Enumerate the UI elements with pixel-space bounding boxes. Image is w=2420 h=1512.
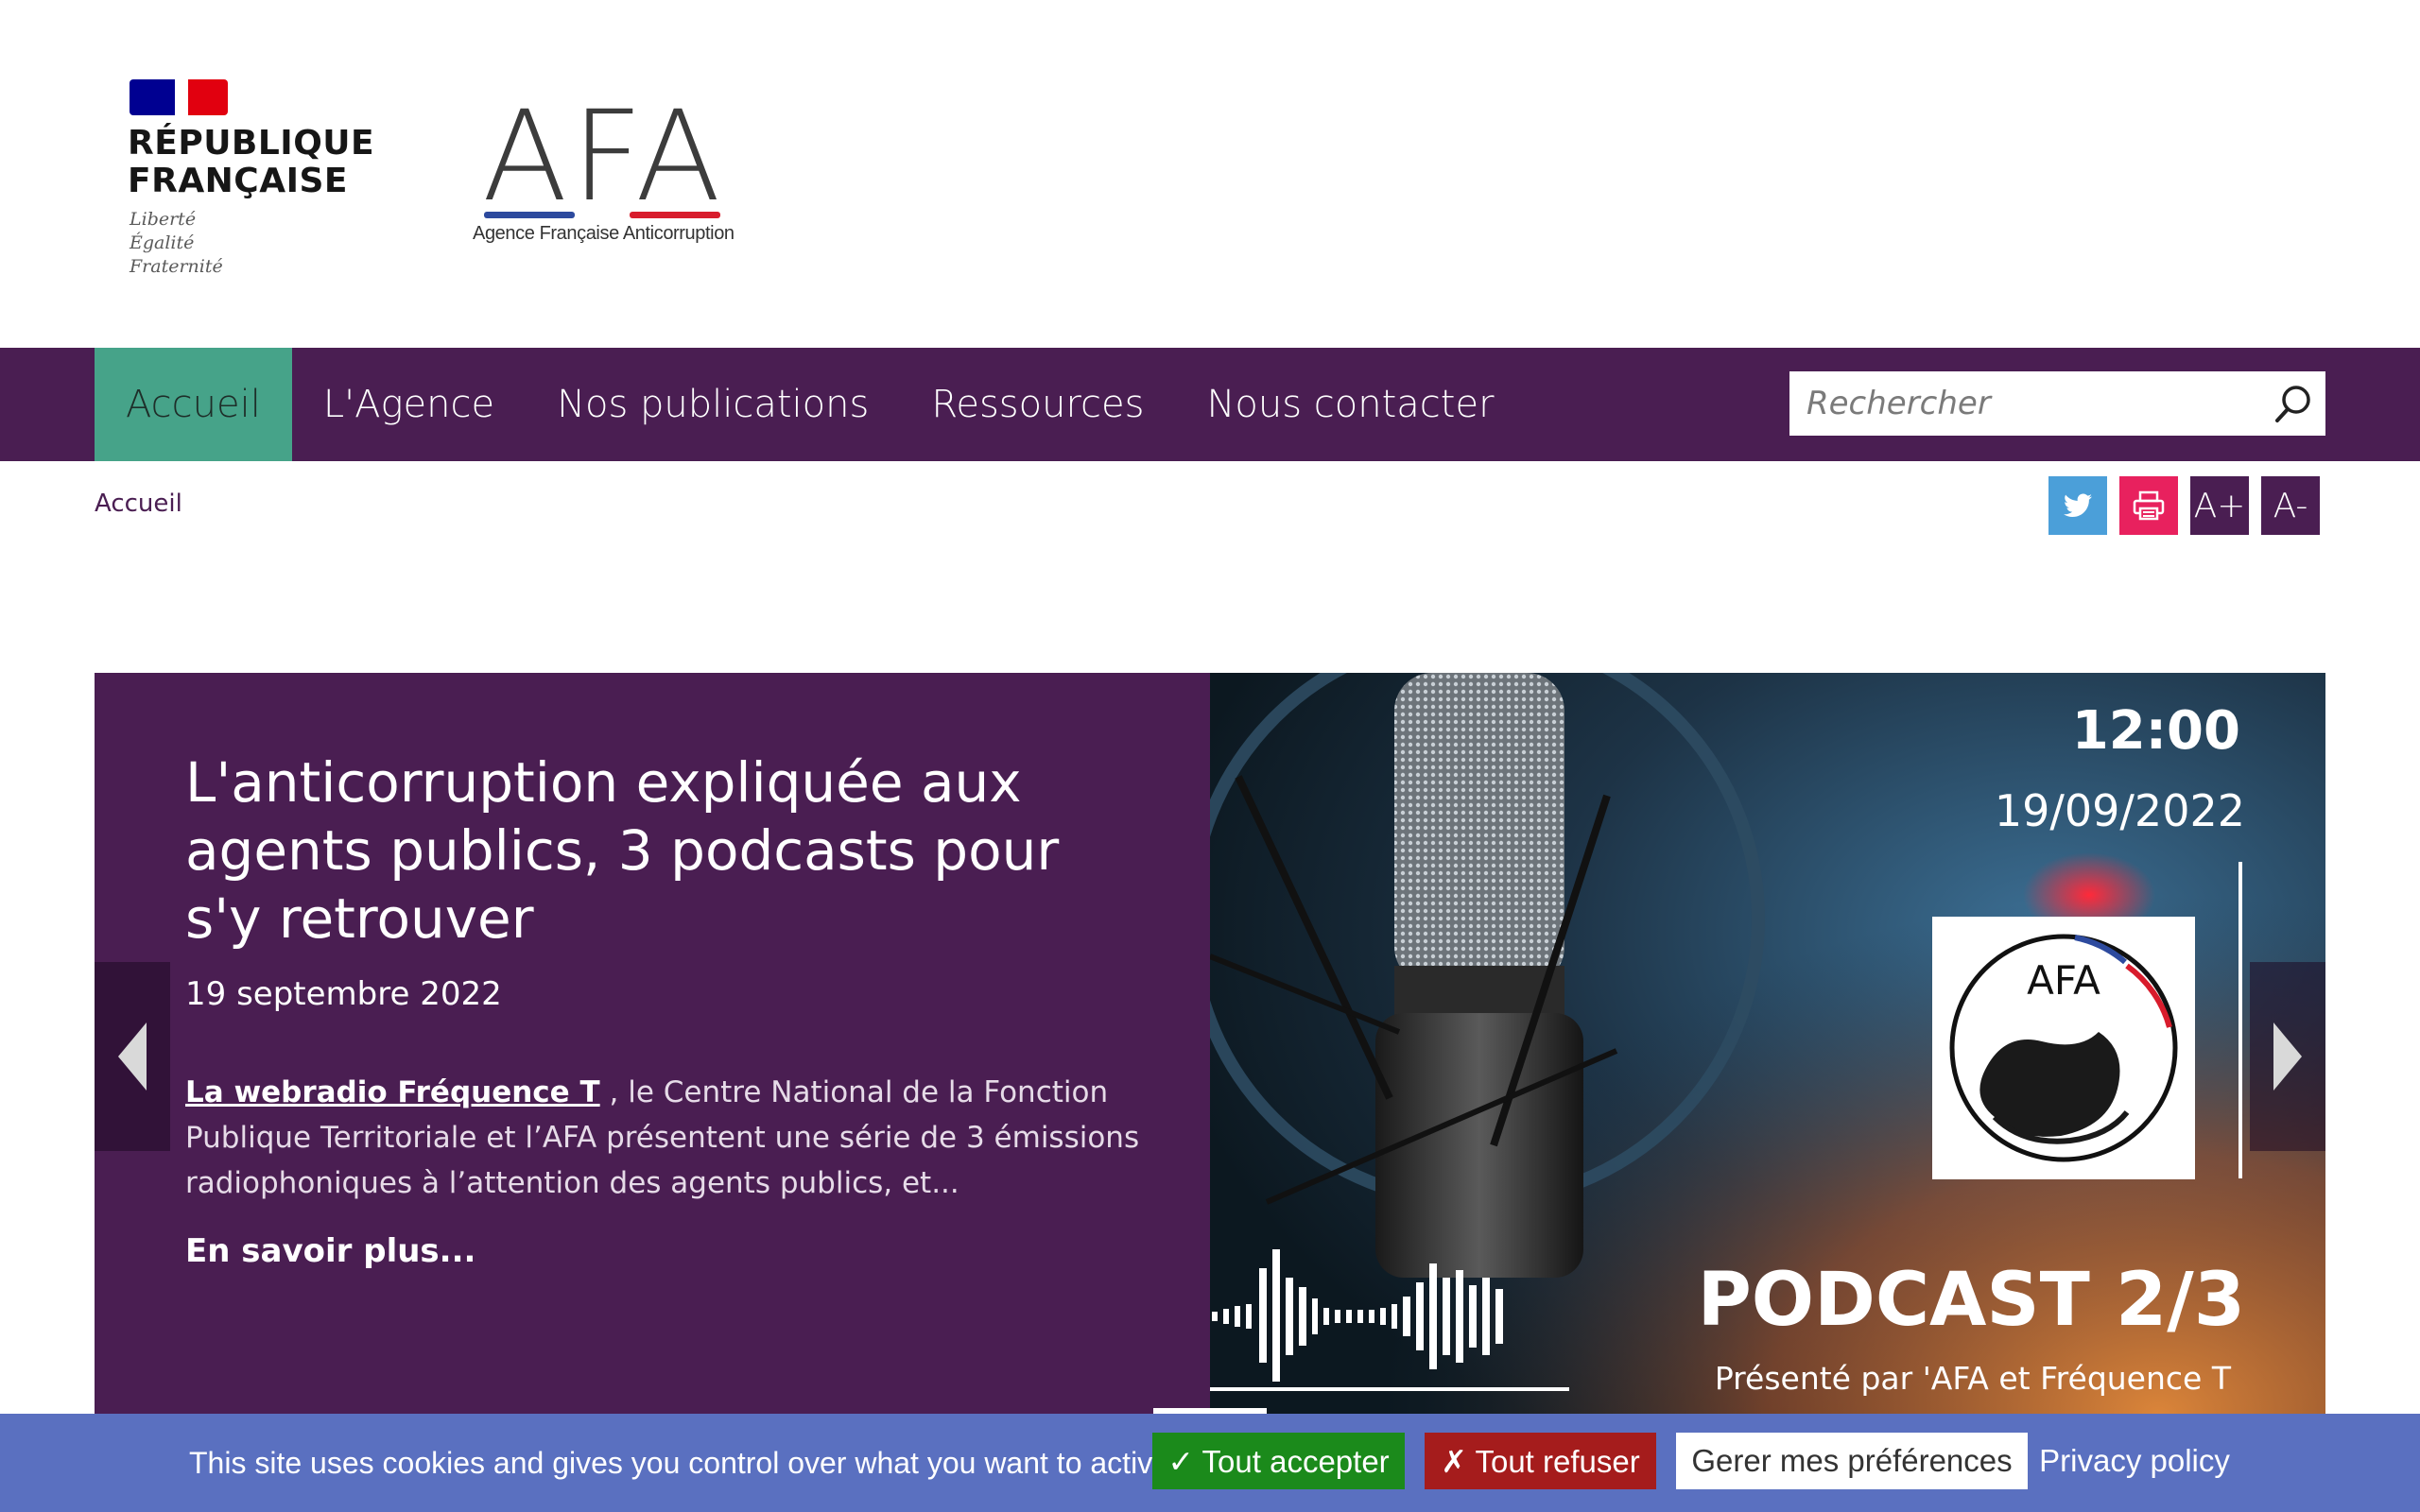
manage-preferences-button[interactable]: Gerer mes préférences [1676, 1433, 2028, 1489]
slide-title[interactable]: L'anticorruption expliquée aux agents pu… [185, 748, 1131, 953]
slide-date: 19 septembre 2022 [185, 975, 502, 1013]
read-more-link[interactable]: En savoir plus... [185, 1232, 475, 1270]
gov-motto: Liberté Égalité Fraternité [130, 209, 223, 277]
afa-logo-name: Agence Française Anticorruption [473, 223, 735, 244]
nav-items: Accueil L'Agence Nos publications Ressou… [95, 348, 1526, 461]
podcast-presenter: Présenté par 'AFA et Fréquence T [1715, 1360, 2232, 1397]
afa-logo-blue-bar [484, 212, 575, 218]
search-button[interactable] [2271, 381, 2316, 426]
slide-text-panel: L'anticorruption expliquée aux agents pu… [95, 673, 1210, 1414]
font-decrease-button[interactable]: A- [2261, 476, 2320, 535]
afa-logo[interactable]: AFA Agence Française Anticorruption [471, 84, 735, 249]
refuse-all-button[interactable]: ✗ Tout refuser [1425, 1433, 1656, 1489]
republique-francaise-logo[interactable]: RÉPUBLIQUE FRANÇAISE Liberté Égalité Fra… [128, 79, 383, 287]
search-box [1789, 371, 2325, 436]
marianne-flag-icon [130, 79, 228, 115]
afa-logo-acronym: AFA [482, 84, 725, 230]
privacy-policy-link[interactable]: Privacy policy [2039, 1433, 2230, 1489]
chevron-right-icon [2273, 1022, 2302, 1091]
podcast-image[interactable]: 12:00 19/09/2022 AFA PODCAST 2/3 Présent… [1210, 673, 2325, 1414]
afa-logo-red-bar [630, 212, 720, 218]
podcast-time: 12:00 [2072, 700, 2240, 762]
nav-item-publications[interactable]: Nos publications [526, 348, 900, 461]
accept-all-button[interactable]: ✓ Tout accepter [1152, 1433, 1405, 1489]
font-increase-button[interactable]: A+ [2190, 476, 2249, 535]
slide-description: La webradio Fréquence T , le Centre Nati… [185, 1070, 1140, 1206]
nav-item-ressources[interactable]: Ressources [900, 348, 1175, 461]
breadcrumb[interactable]: Accueil [95, 490, 182, 518]
carousel-prev-button[interactable] [95, 962, 170, 1151]
nav-item-agence[interactable]: L'Agence [292, 348, 526, 461]
podcast-date: 19/09/2022 [1995, 785, 2245, 836]
printer-icon [2133, 490, 2165, 521]
nav-item-contact[interactable]: Nous contacter [1175, 348, 1525, 461]
twitter-icon [2064, 493, 2092, 517]
site-header: RÉPUBLIQUE FRANÇAISE Liberté Égalité Fra… [0, 0, 2420, 348]
main-nav: Accueil L'Agence Nos publications Ressou… [0, 348, 2420, 461]
slide-desc-link[interactable]: La webradio Fréquence T [185, 1075, 600, 1109]
podcast-label: PODCAST 2/3 [1698, 1258, 2245, 1343]
twitter-share-button[interactable] [2048, 476, 2107, 535]
news-carousel: L'anticorruption expliquée aux agents pu… [95, 673, 2325, 1414]
gov-name: RÉPUBLIQUE FRANÇAISE [128, 124, 375, 200]
search-icon [2275, 386, 2310, 422]
badge-afa-text: AFA [2027, 957, 2100, 1004]
print-button[interactable] [2119, 476, 2178, 535]
search-input[interactable] [1789, 371, 2253, 436]
chevron-left-icon [118, 1022, 147, 1091]
cookie-message: This site uses cookies and gives you con… [189, 1446, 1195, 1480]
nav-item-accueil[interactable]: Accueil [95, 348, 292, 461]
cookie-banner: This site uses cookies and gives you con… [0, 1414, 2420, 1512]
page-tools: A+ A- [2048, 476, 2320, 535]
carousel-next-button[interactable] [2250, 962, 2325, 1151]
podcast-illustration: 12:00 19/09/2022 AFA PODCAST 2/3 Présent… [1210, 673, 2325, 1414]
